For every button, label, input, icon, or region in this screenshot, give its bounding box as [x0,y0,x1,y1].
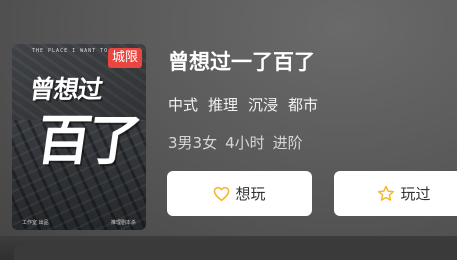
city-limited-badge: 城限 [108,48,142,68]
tag-item: 推理 [208,96,239,114]
tag-list: 中式 推理 沉浸 都市 [168,94,318,115]
want-to-play-label: 想玩 [235,185,266,203]
cover-bottom-text: 工作室 出品 推理剧本杀 [22,219,136,226]
heart-icon [213,186,230,202]
game-title: 曾想过一了百了 [168,50,315,74]
bottom-panel [0,236,457,260]
duration: 4小时 [225,134,265,152]
player-count: 3男3女 [168,134,218,152]
want-to-play-button[interactable]: 想玩 [167,171,312,216]
star-icon [377,185,395,202]
tag-item: 都市 [288,96,319,114]
difficulty: 进阶 [272,134,303,152]
played-label: 玩过 [400,185,431,203]
cover-bottom-left: 工作室 出品 [22,220,49,226]
cover-bottom-right: 推理剧本杀 [110,220,136,226]
played-button[interactable]: 玩过 [334,171,457,216]
cover-title-line2: 百了 [32,109,142,172]
cover-image[interactable]: THE PLACE I WANT TO GO 城限 曾想过 百了 工作室 出品 … [12,44,146,230]
tag-item: 沉浸 [248,96,279,114]
cover-top-text: THE PLACE I WANT TO GO [32,48,121,54]
game-meta: 3男3女 4小时 进阶 [168,132,303,153]
tag-item: 中式 [168,96,199,114]
bottom-sheet-edge [14,244,457,260]
